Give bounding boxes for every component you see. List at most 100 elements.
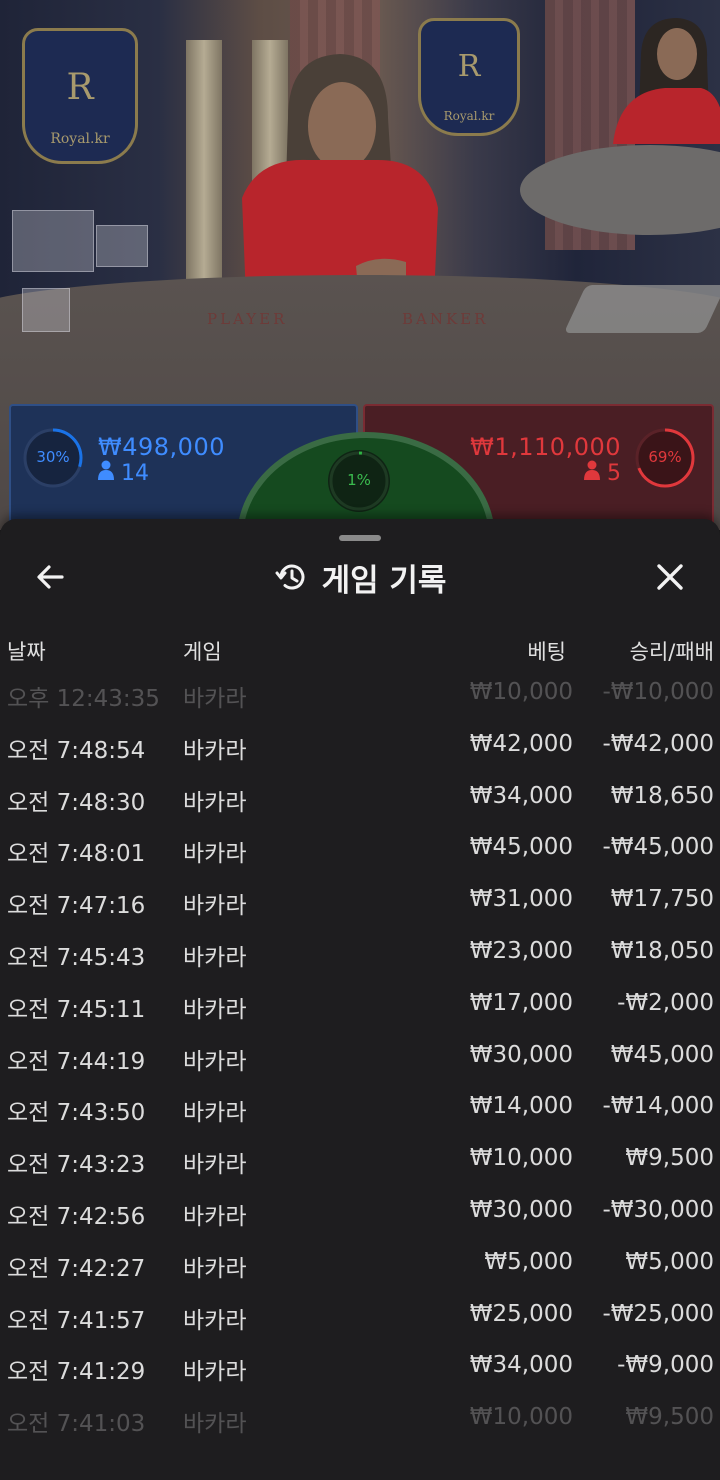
- row-game: 바카라: [183, 1359, 247, 1386]
- row-result: -₩45,000: [602, 834, 714, 861]
- dealer-figure: [613, 18, 720, 144]
- row-bet: ₩5,000: [484, 1248, 573, 1275]
- player-count-value: 14: [121, 461, 149, 486]
- row-date: 오전 7:41:57: [7, 1307, 146, 1334]
- pillar: [186, 40, 222, 280]
- row-date: 오전 7:48:54: [7, 737, 146, 764]
- row-result: ₩17,750: [610, 886, 714, 913]
- row-date: 오전 7:45:43: [7, 945, 146, 971]
- column-header-bet: 베팅: [527, 640, 566, 664]
- row-date: 오전 7:41:29: [7, 1359, 146, 1386]
- history-list[interactable]: 오후 12:43:35 바카라 ₩10,000 -₩10,000 오전 7:48:54 바…: [0, 669, 720, 1439]
- row-result: -₩10,000: [602, 679, 714, 705]
- history-row[interactable]: 오전 7:47:16 바카라 ₩31,000 ₩17,750: [0, 874, 720, 926]
- row-bet: ₩30,000: [469, 1041, 573, 1068]
- history-row[interactable]: 오전 7:48:30 바카라 ₩34,000 ₩18,650: [0, 771, 720, 823]
- tie-percent: 1%: [347, 471, 371, 489]
- row-game: 바카라: [183, 686, 247, 712]
- sheet-header: 게임 기록: [0, 555, 720, 599]
- row-game: 바카라: [183, 1204, 247, 1230]
- banker-percent: 69%: [648, 448, 682, 466]
- close-button[interactable]: [650, 557, 690, 597]
- column-header-date: 날짜: [7, 640, 46, 664]
- row-game: 바카라: [183, 1152, 247, 1179]
- row-result: ₩9,500: [625, 1404, 714, 1431]
- history-row[interactable]: 오전 7:48:54 바카라 ₩42,000 -₩42,000: [0, 719, 720, 771]
- person-icon: [584, 460, 600, 480]
- row-bet: ₩42,000: [469, 730, 573, 757]
- column-header-result: 승리/패배: [629, 640, 714, 664]
- row-date: 오전 7:41:03: [7, 1411, 146, 1438]
- card-discard-box: [12, 210, 94, 272]
- row-result: ₩18,650: [610, 782, 714, 809]
- row-date: 오전 7:48:30: [7, 789, 146, 816]
- player-amount: ₩498,000: [98, 433, 225, 461]
- row-date: 오전 7:44:19: [7, 1048, 146, 1075]
- banker-amount: ₩1,110,000: [470, 433, 621, 461]
- row-game: 바카라: [183, 1411, 247, 1438]
- history-row[interactable]: 오전 7:41:03 바카라 ₩10,000 ₩9,500: [0, 1392, 720, 1439]
- history-row[interactable]: 오전 7:42:27 바카라 ₩5,000 ₩5,000: [0, 1237, 720, 1289]
- row-bet: ₩14,000: [469, 1093, 573, 1120]
- row-date: 오전 7:48:01: [7, 841, 146, 868]
- history-row[interactable]: 오후 12:43:35 바카라 ₩10,000 -₩10,000: [0, 669, 720, 719]
- row-game: 바카라: [183, 1307, 247, 1334]
- row-game: 바카라: [183, 893, 247, 920]
- history-icon: [275, 564, 305, 590]
- row-date: 오전 7:45:11: [7, 996, 146, 1023]
- history-row[interactable]: 오전 7:41:57 바카라 ₩25,000 -₩25,000: [0, 1289, 720, 1341]
- close-icon: [657, 564, 683, 590]
- card-shoe: [563, 285, 720, 333]
- row-bet: ₩34,000: [469, 782, 573, 809]
- game-history-sheet: 게임 기록 날짜 게임 베팅 승리/패배 오후 12:43:35 바카라 ₩10,0…: [0, 519, 720, 1480]
- row-bet: ₩17,000: [469, 989, 573, 1016]
- row-game: 바카라: [183, 996, 247, 1023]
- banker-count-value: 5: [607, 461, 621, 486]
- table-banker-label: BANKER: [402, 310, 489, 328]
- row-game: 바카라: [183, 789, 247, 816]
- history-row[interactable]: 오전 7:44:19 바카라 ₩30,000 ₩45,000: [0, 1030, 720, 1082]
- row-game: 바카라: [183, 1048, 247, 1075]
- row-result: ₩5,000: [625, 1248, 714, 1275]
- row-game: 바카라: [183, 1100, 247, 1127]
- row-result: ₩9,500: [625, 1145, 714, 1172]
- history-row[interactable]: 오전 7:43:23 바카라 ₩10,000 ₩9,500: [0, 1133, 720, 1185]
- player-percent: 30%: [36, 448, 70, 466]
- crest-letter: R: [66, 67, 94, 108]
- row-result: ₩18,050: [610, 938, 714, 964]
- row-result: -₩25,000: [602, 1300, 714, 1327]
- banker-percent-ring: 69%: [634, 427, 696, 489]
- card-discard-box: [96, 225, 148, 267]
- history-row[interactable]: 오전 7:48:01 바카라 ₩45,000 -₩45,000: [0, 822, 720, 874]
- row-date: 오전 7:42:27: [7, 1255, 146, 1282]
- row-bet: ₩30,000: [469, 1197, 573, 1223]
- history-row[interactable]: 오전 7:45:11 바카라 ₩17,000 -₩2,000: [0, 978, 720, 1030]
- row-bet: ₩10,000: [469, 679, 573, 705]
- history-row[interactable]: 오전 7:45:43 바카라 ₩23,000 ₩18,050: [0, 926, 720, 978]
- sheet-title: 게임 기록: [321, 562, 447, 599]
- history-row[interactable]: 오전 7:42:56 바카라 ₩30,000 -₩30,000: [0, 1185, 720, 1237]
- royal-crest-logo: R Royal.kr: [22, 28, 138, 164]
- history-row[interactable]: 오전 7:43:50 바카라 ₩14,000 -₩14,000: [0, 1081, 720, 1133]
- row-bet: ₩34,000: [469, 1352, 573, 1379]
- row-result: -₩14,000: [602, 1093, 714, 1120]
- row-date: 오전 7:47:16: [7, 893, 146, 920]
- crest-text: Royal.kr: [50, 131, 110, 147]
- sheet-drag-handle[interactable]: [339, 535, 381, 541]
- row-bet: ₩10,000: [469, 1404, 573, 1431]
- row-result: -₩42,000: [602, 730, 714, 757]
- row-bet: ₩45,000: [469, 834, 573, 861]
- row-game: 바카라: [183, 1255, 247, 1282]
- row-game: 바카라: [183, 737, 247, 764]
- row-result: -₩9,000: [617, 1352, 714, 1379]
- player-count: 14: [98, 460, 149, 486]
- row-date: 오전 7:43:23: [7, 1152, 146, 1179]
- row-game: 바카라: [183, 841, 247, 868]
- row-bet: ₩25,000: [469, 1300, 573, 1327]
- row-date: 오후 12:43:35: [7, 686, 160, 712]
- row-bet: ₩23,000: [469, 938, 573, 964]
- banker-count: 5: [584, 460, 621, 486]
- row-bet: ₩10,000: [469, 1145, 573, 1172]
- history-row[interactable]: 오전 7:41:29 바카라 ₩34,000 -₩9,000: [0, 1340, 720, 1392]
- row-result: ₩45,000: [610, 1041, 714, 1068]
